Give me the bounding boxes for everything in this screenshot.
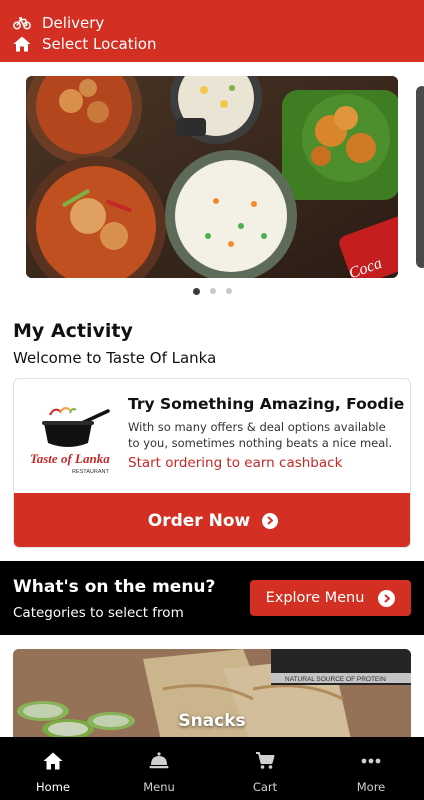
- carousel-dot-2[interactable]: [209, 288, 216, 294]
- bottom-navigation: Home Menu Cart More: [0, 737, 424, 800]
- nav-menu[interactable]: Menu: [106, 737, 212, 800]
- menu-section-banner: What's on the menu? Categories to select…: [0, 561, 424, 635]
- menu-section-subtitle: Categories to select from: [13, 605, 184, 621]
- section-title-activity: My Activity: [13, 320, 133, 342]
- menu-section-title: What's on the menu?: [13, 577, 216, 597]
- promo-title: Try Something Amazing, Foodie: [128, 395, 405, 413]
- category-card-snacks[interactable]: NATURAL SOURCE OF PROTEIN Snacks: [13, 649, 411, 749]
- nav-label: Cart: [252, 780, 278, 794]
- carousel-indicator: [0, 287, 424, 295]
- order-now-button[interactable]: Order Now: [14, 493, 410, 547]
- carousel-next-slide[interactable]: [416, 86, 424, 268]
- explore-menu-button[interactable]: Explore Menu: [250, 580, 411, 616]
- order-now-label: Order Now: [147, 510, 251, 531]
- promo-card: Taste of Lanka RESTAURANT Try Something …: [13, 378, 411, 548]
- logo-wordmark: Taste of Lanka: [30, 451, 110, 466]
- chevron-right-icon: [262, 512, 279, 529]
- snacks-photo: NATURAL SOURCE OF PROTEIN: [13, 649, 411, 749]
- promo-carousel[interactable]: Coca: [0, 76, 424, 280]
- category-label: Snacks: [178, 711, 246, 731]
- welcome-text: Welcome to Taste Of Lanka: [13, 349, 217, 367]
- nav-label: Home: [36, 780, 70, 794]
- location-selector[interactable]: Select Location: [12, 34, 157, 54]
- nav-more[interactable]: More: [318, 737, 424, 800]
- location-label: Select Location: [42, 35, 157, 53]
- app-header: Delivery Select Location: [0, 0, 424, 62]
- carousel-dot-1[interactable]: [192, 287, 200, 295]
- cloche-icon: [149, 750, 169, 772]
- carousel-dot-3[interactable]: [225, 288, 232, 294]
- delivery-mode[interactable]: Delivery: [12, 13, 104, 33]
- nav-home[interactable]: Home: [0, 737, 106, 800]
- explore-menu-label: Explore Menu: [265, 590, 365, 606]
- nav-cart[interactable]: Cart: [212, 737, 318, 800]
- carousel-slide-food[interactable]: Coca: [26, 76, 398, 278]
- home-icon: [12, 34, 32, 54]
- chevron-right-icon: [378, 589, 396, 607]
- cashback-link[interactable]: Start ordering to earn cashback: [128, 455, 342, 471]
- nav-label: Menu: [143, 780, 175, 794]
- cart-icon: [255, 750, 275, 772]
- delivery-label: Delivery: [42, 14, 105, 32]
- logo-subtext: RESTAURANT: [72, 469, 110, 475]
- home-icon: [43, 750, 63, 772]
- more-dots-icon: [361, 750, 381, 772]
- nav-label: More: [356, 780, 386, 794]
- promo-description: With so many offers & deal options avail…: [128, 420, 393, 450]
- restaurant-logo: Taste of Lanka RESTAURANT: [26, 401, 122, 483]
- bicycle-icon: [12, 13, 32, 33]
- food-photo: Coca: [26, 76, 398, 278]
